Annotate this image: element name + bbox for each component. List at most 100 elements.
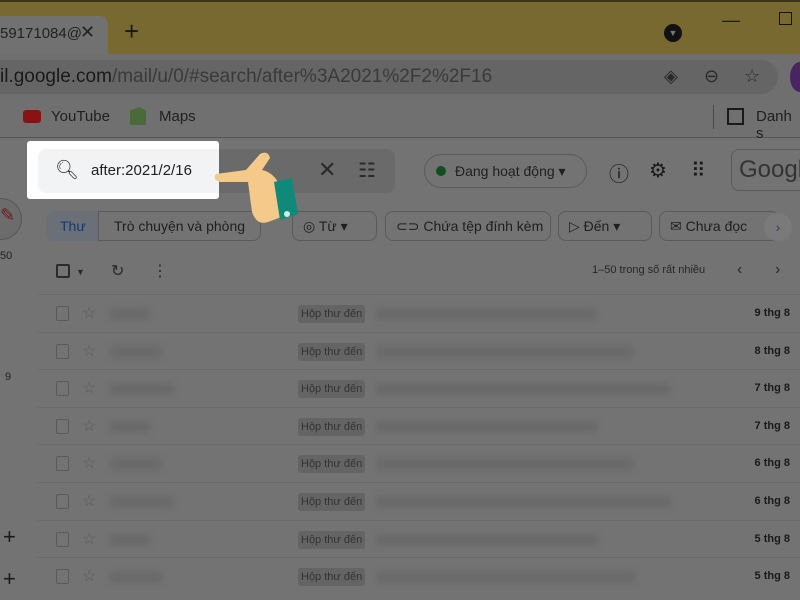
email-date: 6 thg 8 <box>754 495 790 507</box>
row-checkbox[interactable] <box>56 494 69 509</box>
pagination-count: 1–50 trong số rất nhiều <box>592 264 706 276</box>
sender-blurred <box>110 345 162 358</box>
reading-list-icon <box>727 108 744 125</box>
sidebar-count: 9 <box>5 371 12 383</box>
email-row[interactable]: ☆ Hộp thư đến 9 thg 8 <box>38 294 800 332</box>
row-checkbox[interactable] <box>56 418 69 434</box>
chip-label: Từ <box>318 218 337 234</box>
minimize-button[interactable]: — <box>722 10 740 31</box>
star-icon[interactable]: ☆ <box>82 566 96 586</box>
subject-blurred <box>376 533 598 546</box>
prev-page-icon[interactable]: ‹ <box>737 261 742 279</box>
inbox-label: Hộp thư đến <box>298 493 366 511</box>
email-date: 8 thg 8 <box>754 344 790 357</box>
row-checkbox[interactable] <box>56 381 69 397</box>
close-tab-icon[interactable]: ✕ <box>80 22 95 43</box>
star-icon[interactable]: ☆ <box>82 416 96 436</box>
filter-attachment[interactable]: ⊂⊃ Chứa tệp đính kèm <box>385 211 551 241</box>
extension-icon[interactable]: ◈ <box>664 66 678 87</box>
row-checkbox[interactable] <box>56 306 69 321</box>
subject-blurred <box>376 383 670 396</box>
add-icon[interactable]: + <box>3 566 16 592</box>
filter-from[interactable]: ◎ Từ ▾ <box>292 211 377 241</box>
zoom-icon[interactable]: ⊖ <box>704 66 719 87</box>
email-date: 6 thg 8 <box>754 457 790 470</box>
google-account-logo[interactable]: Googl <box>731 149 800 191</box>
apps-grid-icon[interactable]: ⠿ <box>691 158 706 183</box>
inbox-label: Hộp thư đến <box>298 305 366 323</box>
sender-blurred <box>110 383 174 396</box>
email-date: 7 thg 8 <box>754 419 790 432</box>
url-host: il.google.com <box>0 66 112 87</box>
sender-blurred <box>110 458 162 471</box>
search-query[interactable]: after:2021/2/16 <box>91 162 192 179</box>
star-icon[interactable]: ☆ <box>82 378 96 398</box>
bookmarks-bar <box>0 100 800 138</box>
inbox-label: Hộp thư đến <box>298 455 366 474</box>
star-icon[interactable]: ☆ <box>82 341 96 361</box>
sender-blurred <box>110 420 150 433</box>
filter-to[interactable]: ▷ Đến ▾ <box>558 211 652 241</box>
browser-tab[interactable]: 59171084@ ✕ <box>0 16 108 54</box>
email-row[interactable]: ☆ Hộp thư đến 7 thg 8 <box>38 369 800 407</box>
status-label: Đang hoạt động <box>455 163 555 179</box>
bookmark-youtube[interactable]: YouTube <box>51 108 110 125</box>
status-dropdown[interactable]: Đang hoạt động ▾ <box>424 154 587 188</box>
subject-blurred <box>376 308 596 320</box>
search-options-icon[interactable]: ☷ <box>358 158 376 183</box>
gear-icon[interactable]: ⚙ <box>649 158 667 183</box>
email-row[interactable]: ☆ Hộp thư đến 8 thg 8 <box>38 331 800 370</box>
star-icon[interactable]: ☆ <box>82 529 96 549</box>
star-icon[interactable]: ☆ <box>82 303 96 323</box>
address-bar[interactable]: il.google.com/mail/u/0/#search/after%3A2… <box>0 60 778 94</box>
help-icon[interactable]: ⓘ <box>609 158 629 187</box>
row-checkbox[interactable] <box>56 343 69 359</box>
tab-mail[interactable]: Thư <box>46 211 98 241</box>
star-bookmark-icon[interactable]: ☆ <box>744 66 760 87</box>
inbox-label: Hộp thư đến <box>298 568 366 587</box>
row-checkbox[interactable] <box>56 456 69 472</box>
row-checkbox[interactable] <box>56 569 69 585</box>
next-page-icon[interactable]: › <box>775 261 780 279</box>
sender-blurred <box>110 571 162 584</box>
email-row[interactable]: ☆ Hộp thư đến 6 thg 8 <box>38 482 800 520</box>
sender-blurred <box>110 533 150 546</box>
sidebar-count: 50 <box>0 250 13 262</box>
chevron-right-icon[interactable]: › <box>764 213 792 241</box>
tab-title: 59171084@ <box>0 25 82 42</box>
divider <box>713 105 714 129</box>
email-row[interactable]: ☆ Hộp thư đến 7 thg 8 <box>38 406 800 445</box>
email-row[interactable]: ☆ Hộp thư đến 5 thg 8 <box>38 519 800 558</box>
status-dot <box>436 166 446 176</box>
subject-blurred <box>376 420 597 433</box>
select-all-checkbox[interactable] <box>56 264 70 278</box>
email-date: 5 thg 8 <box>754 570 790 583</box>
search-icon[interactable]: 🔍︎ <box>55 158 79 182</box>
filter-unread[interactable]: ✉ Chưa đọc <box>659 211 779 241</box>
inbox-label: Hộp thư đến <box>298 530 366 549</box>
star-icon[interactable]: ☆ <box>82 491 96 511</box>
pointing-hand-icon <box>214 152 298 223</box>
email-row[interactable]: ☆ Hộp thư đến 5 thg 8 <box>38 557 800 595</box>
star-icon[interactable]: ☆ <box>82 453 96 473</box>
youtube-icon <box>23 110 41 123</box>
clear-search-icon[interactable]: ✕ <box>318 157 336 183</box>
maximize-button[interactable] <box>779 12 792 25</box>
pencil-icon: ✎ <box>0 205 16 225</box>
bookmark-maps[interactable]: Maps <box>159 108 196 125</box>
refresh-icon[interactable]: ↻ <box>111 261 124 281</box>
sender-blurred <box>110 308 150 320</box>
row-checkbox[interactable] <box>56 531 69 547</box>
email-date: 9 thg 8 <box>754 307 790 319</box>
email-row[interactable]: ☆ Hộp thư đến 6 thg 8 <box>38 444 800 482</box>
chip-label: Chứa tệp đính kèm <box>423 218 544 234</box>
add-icon[interactable]: + <box>3 524 16 550</box>
chevron-down-icon[interactable]: ▼ <box>76 267 85 277</box>
reading-list-button[interactable]: Danh s <box>756 108 800 142</box>
new-tab-button[interactable]: + <box>124 16 139 47</box>
email-date: 7 thg 8 <box>754 382 790 395</box>
subject-blurred <box>376 571 635 584</box>
more-vert-icon[interactable]: ⋮ <box>152 261 168 281</box>
inbox-label: Hộp thư đến <box>298 342 366 361</box>
tab-search-icon[interactable]: ▼ <box>664 24 682 42</box>
